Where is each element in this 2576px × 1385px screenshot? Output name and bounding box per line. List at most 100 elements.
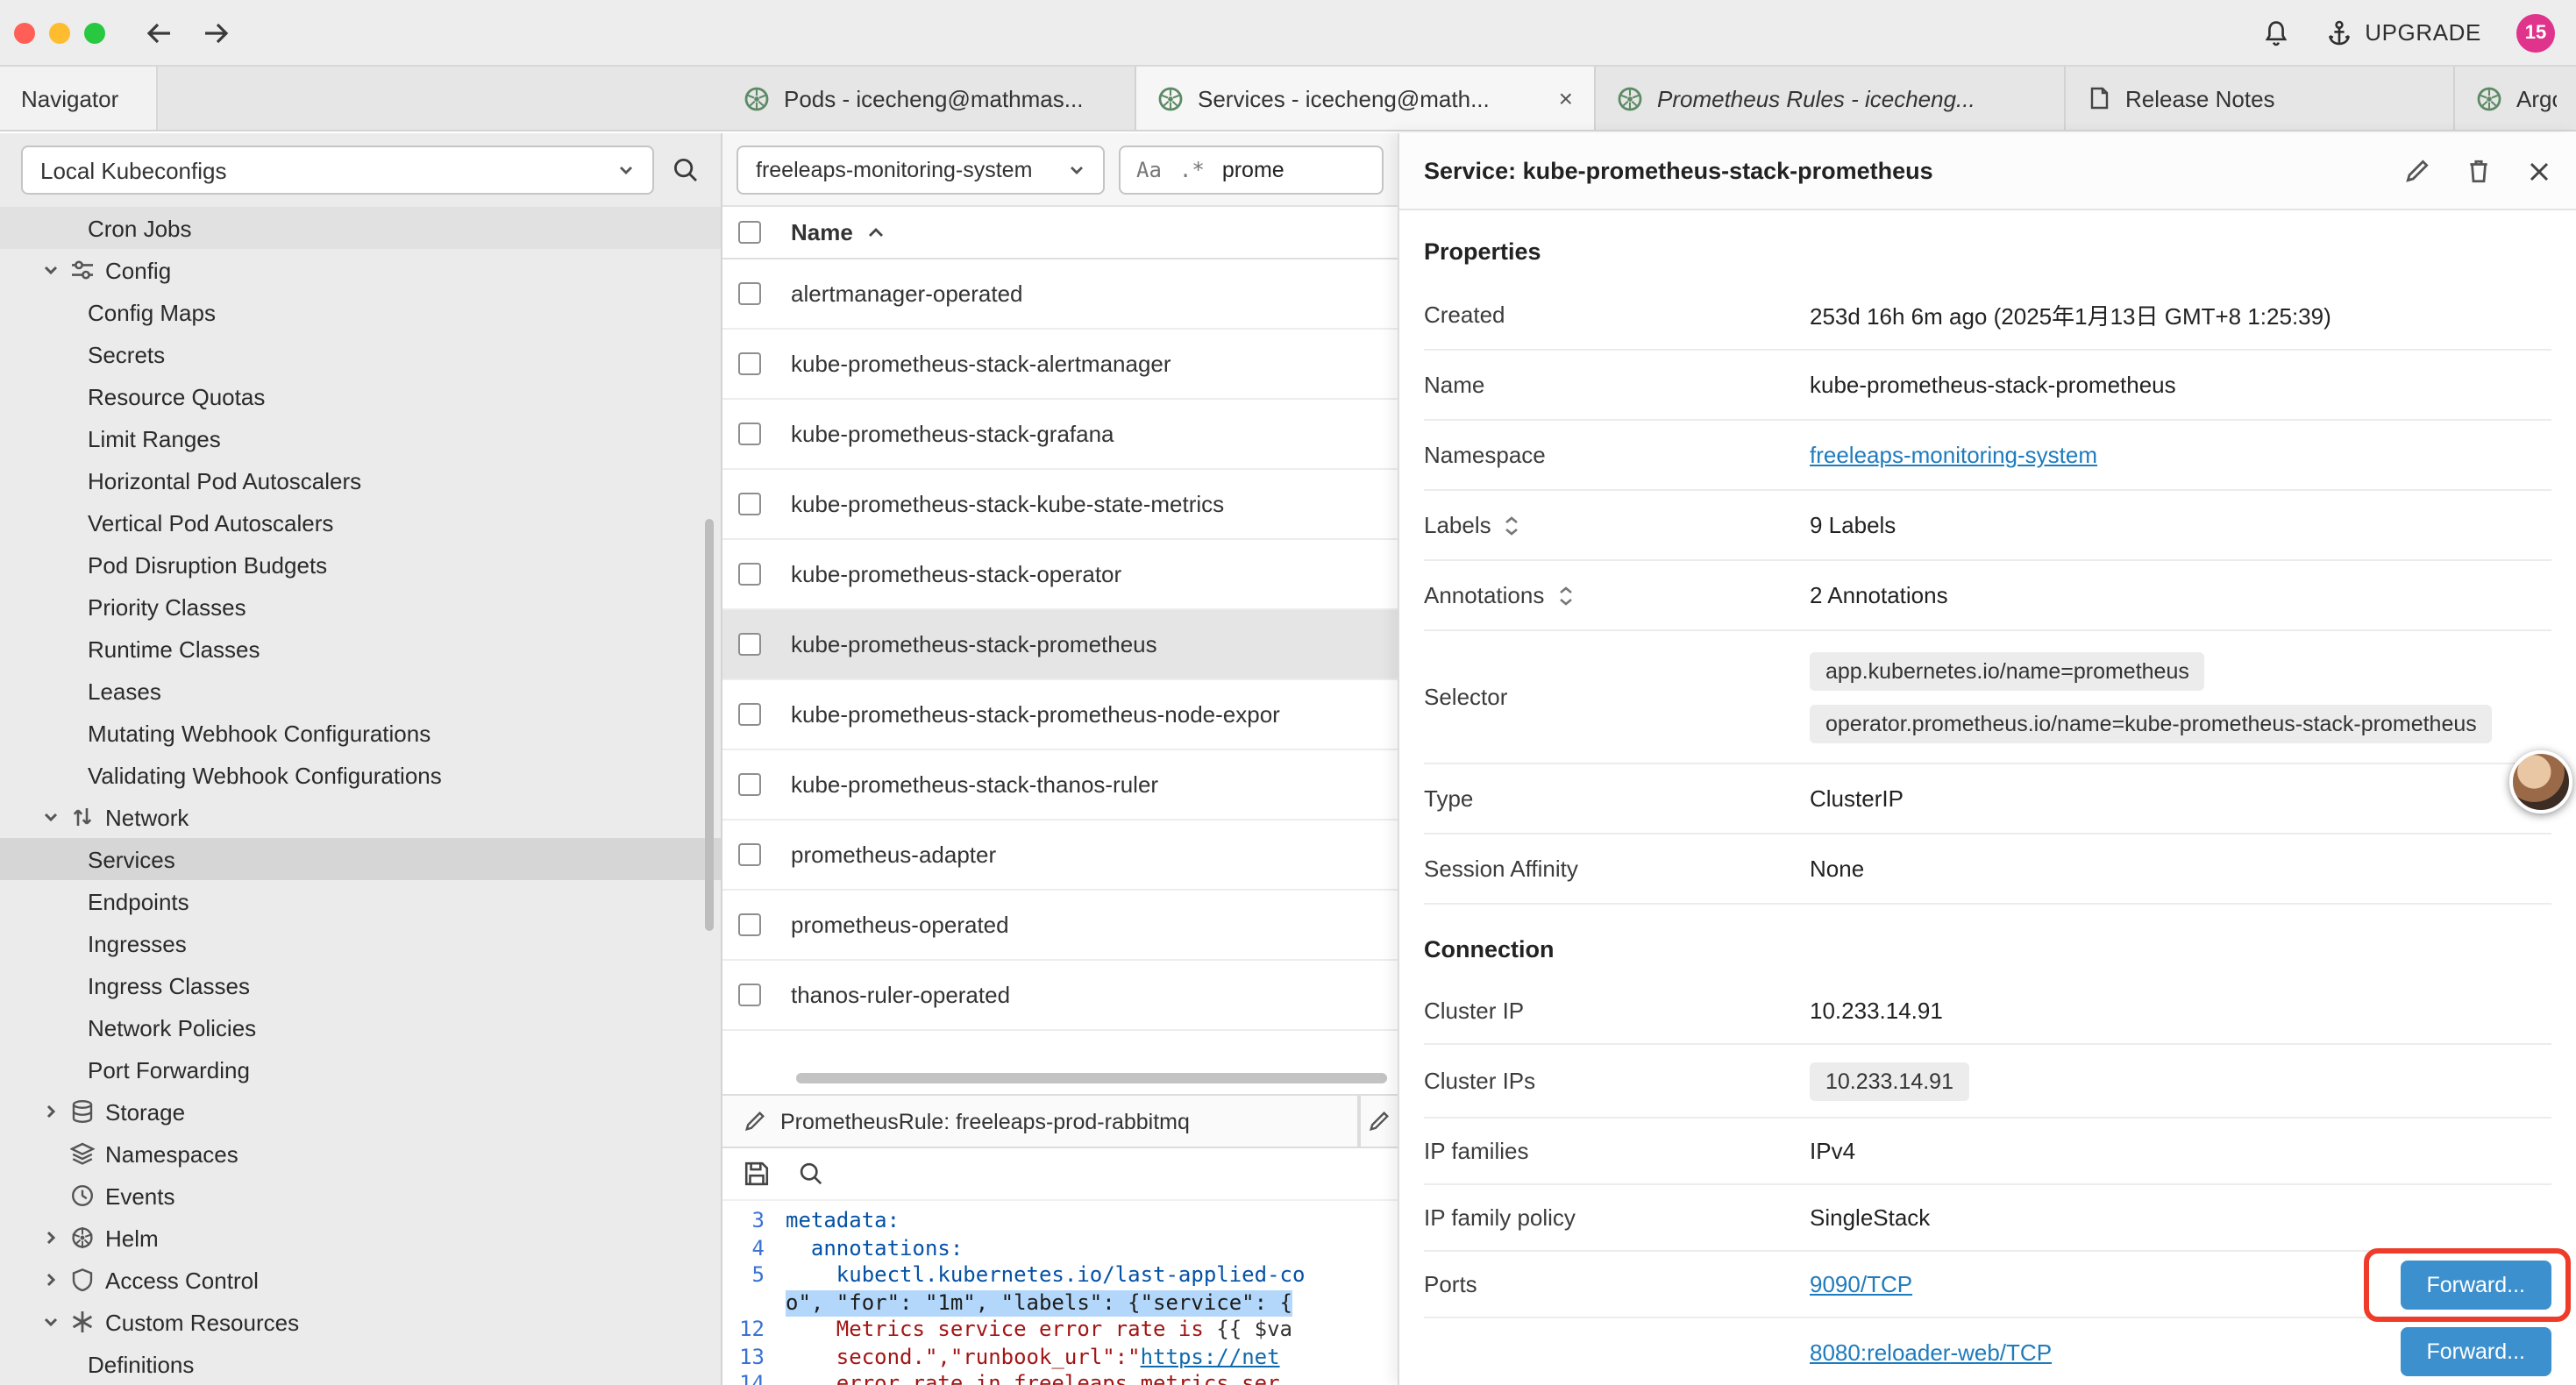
row-checkbox[interactable] <box>738 282 761 305</box>
row-checkbox[interactable] <box>738 493 761 515</box>
forward-button[interactable]: Forward... <box>2400 1327 2551 1376</box>
sidebar-item-limit-ranges[interactable]: Limit Ranges <box>0 417 721 459</box>
sidebar-item-network[interactable]: Network <box>0 796 721 838</box>
sidebar-item-config[interactable]: Config <box>0 249 721 291</box>
close-window-button[interactable] <box>14 22 35 43</box>
minimize-window-button[interactable] <box>49 22 70 43</box>
expand-collapse-icon[interactable] <box>1556 585 1574 606</box>
sidebar-item-namespaces[interactable]: Namespaces <box>0 1133 721 1175</box>
row-checkbox[interactable] <box>738 984 761 1006</box>
row-checkbox[interactable] <box>738 633 761 656</box>
table-row[interactable]: thanos-ruler-operated <box>722 961 1398 1031</box>
sidebar-item-endpoints[interactable]: Endpoints <box>0 880 721 922</box>
sort-ascending-icon[interactable] <box>867 225 886 239</box>
sidebar-item-secrets[interactable]: Secrets <box>0 333 721 375</box>
table-row[interactable]: alertmanager-operated <box>722 259 1398 330</box>
row-checkbox[interactable] <box>738 703 761 726</box>
tab-prometheus-rules[interactable]: Prometheus Rules - icecheng... <box>1596 67 2066 130</box>
maximize-window-button[interactable] <box>84 22 105 43</box>
row-checkbox[interactable] <box>738 913 761 936</box>
search-icon[interactable] <box>672 156 700 184</box>
close-tab-icon[interactable]: × <box>1559 84 1573 112</box>
sidebar-item-events[interactable]: Events <box>0 1175 721 1217</box>
table-row[interactable]: kube-prometheus-stack-grafana <box>722 400 1398 470</box>
match-case-toggle[interactable]: Aa <box>1136 157 1162 181</box>
namespace-filter-dropdown[interactable]: freeleaps-monitoring-system <box>737 145 1105 194</box>
sidebar-item-mutating-webhook-configurations[interactable]: Mutating Webhook Configurations <box>0 712 721 754</box>
chevron-right-icon[interactable] <box>42 1271 70 1289</box>
select-all-checkbox[interactable] <box>738 221 761 244</box>
table-row[interactable]: kube-prometheus-stack-alertmanager <box>722 330 1398 400</box>
horizontal-scrollbar[interactable] <box>722 1069 1398 1087</box>
table-row[interactable]: prometheus-operated <box>722 891 1398 961</box>
sidebar-item-helm[interactable]: Helm <box>0 1217 721 1259</box>
save-icon[interactable] <box>744 1161 770 1187</box>
table-row[interactable]: prometheus-adapter <box>722 820 1398 891</box>
table-row-selected[interactable]: kube-prometheus-stack-prometheus <box>722 610 1398 680</box>
sidebar-item-cron-jobs[interactable]: Cron Jobs <box>0 207 721 249</box>
notification-count-badge[interactable]: 15 <box>2516 13 2555 52</box>
dock-tab-prometheusrule[interactable]: PrometheusRule: freeleaps-prod-rabbitmq <box>722 1096 1359 1147</box>
search-icon[interactable] <box>798 1161 824 1187</box>
search-input[interactable]: Aa .* prome <box>1119 145 1384 194</box>
table-row[interactable]: kube-prometheus-stack-operator <box>722 540 1398 610</box>
upgrade-button[interactable]: UPGRADE <box>2324 18 2481 46</box>
avatar[interactable] <box>2509 750 2572 813</box>
chevron-right-icon[interactable] <box>42 1229 70 1246</box>
table-row[interactable]: kube-prometheus-stack-thanos-ruler <box>722 750 1398 820</box>
sidebar-item-resource-quotas[interactable]: Resource Quotas <box>0 375 721 417</box>
forward-icon[interactable] <box>202 20 231 45</box>
table-row[interactable]: kube-prometheus-stack-prometheus-node-ex… <box>722 680 1398 750</box>
close-icon[interactable] <box>2527 159 2551 183</box>
tab-release-notes[interactable]: Release Notes <box>2066 67 2455 130</box>
sidebar-item-pod-disruption-budgets[interactable]: Pod Disruption Budgets <box>0 543 721 586</box>
tab-argo[interactable]: Argo S <box>2455 67 2576 130</box>
sidebar-item-config-maps[interactable]: Config Maps <box>0 291 721 333</box>
sidebar-item-storage[interactable]: Storage <box>0 1090 721 1133</box>
row-checkbox[interactable] <box>738 773 761 796</box>
custom-resources-icon <box>70 1310 105 1334</box>
sidebar-item-validating-webhook-configurations[interactable]: Validating Webhook Configurations <box>0 754 721 796</box>
sidebar-item-ingress-classes[interactable]: Ingress Classes <box>0 964 721 1006</box>
sidebar-item-horizontal-pod-autoscalers[interactable]: Horizontal Pod Autoscalers <box>0 459 721 501</box>
back-icon[interactable] <box>144 20 174 45</box>
sidebar-item-leases[interactable]: Leases <box>0 670 721 712</box>
chevron-down-icon[interactable] <box>42 808 70 826</box>
tab-pods[interactable]: Pods - icecheng@mathmas... <box>722 67 1136 130</box>
regex-toggle[interactable]: .* <box>1179 157 1205 181</box>
row-checkbox[interactable] <box>738 423 761 445</box>
sidebar-item-definitions[interactable]: Definitions <box>0 1343 721 1385</box>
sidebar-item-priority-classes[interactable]: Priority Classes <box>0 586 721 628</box>
sidebar-item-runtime-classes[interactable]: Runtime Classes <box>0 628 721 670</box>
chevron-down-icon[interactable] <box>42 1313 70 1331</box>
sidebar-item-custom-resources[interactable]: Custom Resources <box>0 1301 721 1343</box>
kubeconfig-selector[interactable]: Local Kubeconfigs <box>21 146 654 195</box>
row-checkbox[interactable] <box>738 352 761 375</box>
tab-services[interactable]: Services - icecheng@math... × <box>1136 67 1596 130</box>
forward-button[interactable]: Forward... <box>2400 1260 2551 1309</box>
notifications-bell-icon[interactable] <box>2261 18 2289 46</box>
edit-pencil-icon[interactable] <box>2404 158 2430 184</box>
chevron-right-icon[interactable] <box>42 1103 70 1120</box>
sidebar-item-services[interactable]: Services <box>0 838 721 880</box>
expand-collapse-icon[interactable] <box>1504 515 1521 536</box>
yaml-editor[interactable]: 3metadata: 4 annotations: 5 kubectl.kube… <box>722 1201 1398 1385</box>
sidebar-item-ingresses[interactable]: Ingresses <box>0 922 721 964</box>
sidebar-scrollbar[interactable] <box>705 519 714 931</box>
port-link-9090[interactable]: 9090/TCP <box>1810 1271 1912 1297</box>
table-row[interactable]: kube-prometheus-stack-kube-state-metrics <box>722 470 1398 540</box>
chevron-down-icon[interactable] <box>42 261 70 279</box>
trash-icon[interactable] <box>2466 158 2492 184</box>
sidebar-item-vertical-pod-autoscalers[interactable]: Vertical Pod Autoscalers <box>0 501 721 543</box>
config-icon <box>70 258 105 282</box>
dock-tab-partial[interactable] <box>1359 1096 1398 1147</box>
sidebar-item-network-policies[interactable]: Network Policies <box>0 1006 721 1048</box>
sidebar-item-port-forwarding[interactable]: Port Forwarding <box>0 1048 721 1090</box>
row-checkbox[interactable] <box>738 843 761 866</box>
namespace-link[interactable]: freeleaps-monitoring-system <box>1810 442 2097 468</box>
upgrade-anchor-icon <box>2324 18 2352 46</box>
row-checkbox[interactable] <box>738 563 761 586</box>
port-link-8080[interactable]: 8080:reloader-web/TCP <box>1810 1339 2052 1365</box>
sidebar-item-access-control[interactable]: Access Control <box>0 1259 721 1301</box>
column-header-name[interactable]: Name <box>791 219 853 245</box>
